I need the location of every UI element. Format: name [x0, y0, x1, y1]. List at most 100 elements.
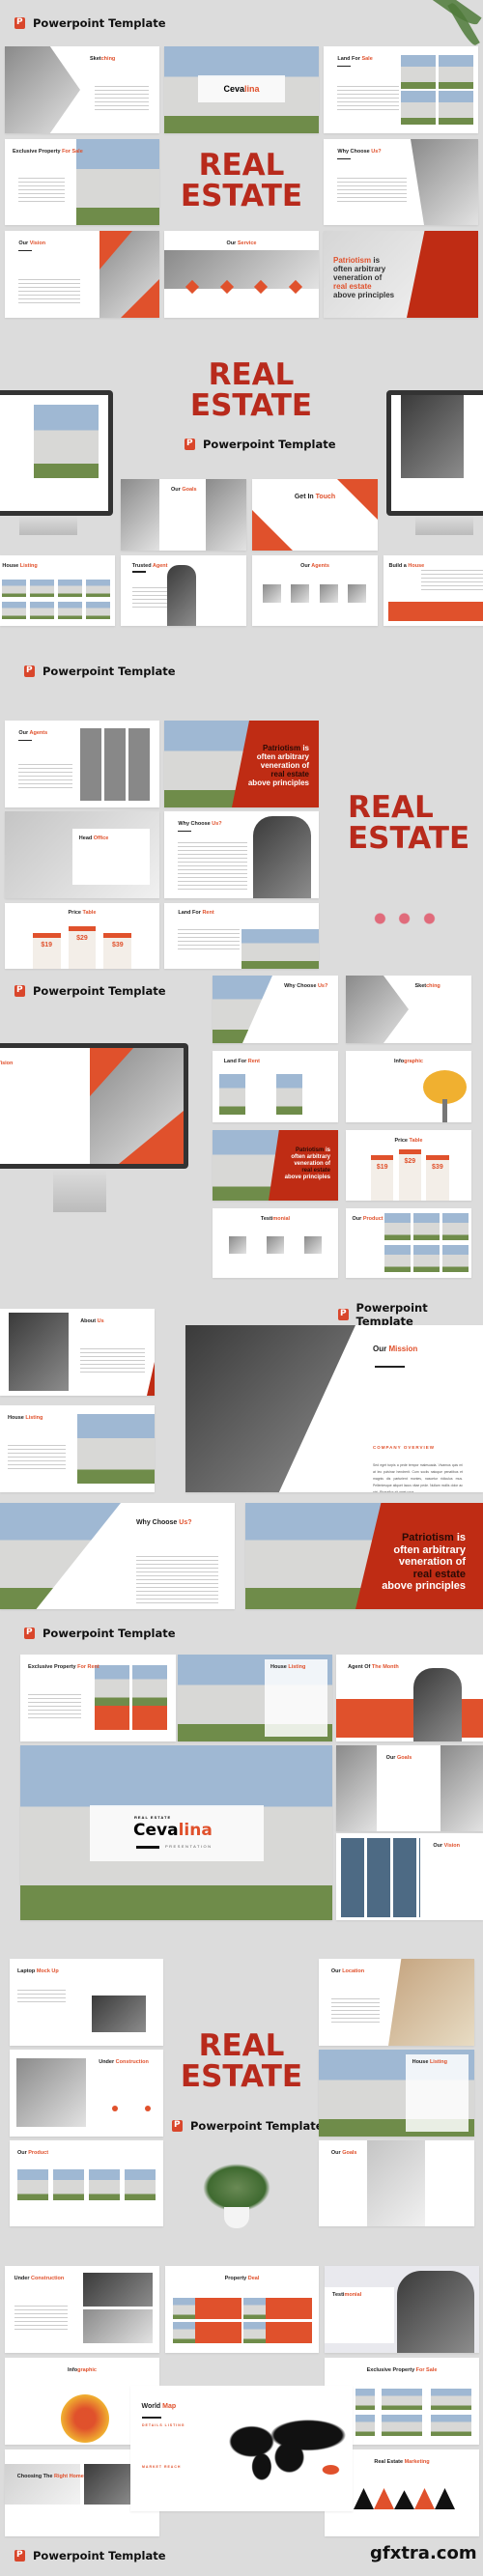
photo-placeholder [17, 2169, 48, 2200]
slide-title: Exclusive Property For Rent [28, 1663, 99, 1670]
slide-title: Our Goals [330, 2149, 357, 2156]
real-estate-headline: REAL ESTATE [189, 357, 313, 423]
monitor-mockup [0, 390, 113, 516]
photo-placeholder [125, 2169, 156, 2200]
slide-title: Land For Sale [337, 55, 373, 62]
slide-our-vision: Our Vision [336, 1833, 483, 1920]
price-card: $29 [398, 1149, 422, 1201]
photo-placeholder [384, 1245, 411, 1272]
quote-text: Patriotism is often arbitrary veneration o… [382, 1532, 466, 1592]
photo-placeholder [355, 2415, 375, 2436]
slide-testimonial: Testimonial [325, 2266, 479, 2353]
slide-title: Exclusive Property For Sale [366, 2366, 438, 2373]
slide-quote: Patriotism is often arbitrary veneration o… [245, 1503, 483, 1609]
real-estate-headline: REAL ESTATE [180, 2028, 303, 2094]
slide-title: Our Goals [385, 1754, 412, 1761]
photo-placeholder [431, 2389, 471, 2410]
photo-placeholder [2, 602, 26, 619]
quote-text: Patriotism is often arbitrary veneration o… [333, 256, 395, 299]
photo-placeholder [2, 580, 26, 597]
slide-title: Exclusive Property For Sale [13, 148, 83, 155]
slide-testimonial: Testimonial [213, 1208, 338, 1278]
section-header: Powerpoint Template [338, 1301, 483, 1328]
slide-land-for-rent: Land For Rent [164, 903, 319, 969]
photo-placeholder [413, 1245, 440, 1272]
section-header: Powerpoint Template [14, 2549, 166, 2562]
slide-title: Head Office [78, 835, 109, 842]
slide-house-listing: House Listing [0, 1405, 155, 1492]
slide-infographic: Infographic [346, 1051, 471, 1122]
photo-placeholder [173, 2298, 195, 2319]
monitor-stand [415, 516, 473, 535]
slide-title: Our Mission [373, 1345, 418, 1353]
slide-title: House Listing [8, 1414, 43, 1421]
photo-placeholder [77, 1414, 155, 1484]
photo-placeholder [355, 2389, 375, 2410]
photo-placeholder [86, 602, 110, 619]
photo-placeholder [30, 580, 54, 597]
photo-placeholder [382, 2415, 422, 2436]
slide-our-service: Our Service [164, 231, 319, 318]
slide-sketching: Sketching [5, 46, 159, 133]
slide-quote: Patriotism is often arbitrary veneration o… [324, 231, 478, 318]
slide-our-goals: Our Goals [121, 479, 246, 551]
slide-quote: Patriotism is often arbitrary veneration o… [213, 1130, 338, 1201]
slide-house-listing: House Listing [178, 1655, 332, 1741]
price-card: $19 [371, 1154, 394, 1201]
slide-get-in-touch: Get In Touch [252, 479, 378, 551]
slide-build-a-house: Build a House [384, 555, 483, 626]
slide-title: Why Choose Us? [284, 982, 328, 989]
slide-title: Our Location [330, 1967, 365, 1974]
photo-placeholder [76, 139, 159, 225]
section-header: Powerpoint Template [24, 1627, 176, 1640]
slide-title: Laptop Mock Up [16, 1967, 59, 1974]
photo-placeholder [173, 2322, 195, 2343]
slide-title: World Map [141, 2403, 177, 2411]
quote-text: Patriotism is often arbitrary veneration o… [247, 744, 309, 787]
monitor-stand [53, 1169, 106, 1212]
photo-placeholder [213, 976, 272, 1043]
watermark: gfxtra.com [370, 2543, 477, 2563]
world-map-graphic [220, 2420, 346, 2482]
header-label: Powerpoint Template [43, 1627, 176, 1640]
slide-title: House Listing [2, 563, 38, 570]
slide-title: Price Table [394, 1138, 423, 1145]
slide-title: Trusted Agent [131, 563, 168, 570]
slide-our-goals: Our Goals [319, 2140, 474, 2226]
slide-title: Real Estate Marketing [374, 2458, 430, 2465]
slide-house-listing: House Listing [0, 555, 115, 626]
powerpoint-icon [14, 2550, 25, 2562]
slide-title: Our Product [352, 1215, 384, 1222]
photo-placeholder [439, 55, 473, 89]
section-header: Powerpoint Template [24, 665, 176, 678]
slide-title: Our Product [16, 2149, 49, 2156]
photo-placeholder [242, 929, 319, 969]
slide-title: Our Service [226, 240, 257, 246]
monitor-mockup: Vision [0, 1043, 188, 1169]
slide-property-deal: Property Deal [165, 2266, 319, 2353]
mission-body: Sed eget turpis a pede tempor malesuada.… [373, 1463, 463, 1492]
slide-our-agents: Our Agents [252, 555, 378, 626]
photo-placeholder [413, 1213, 440, 1240]
slide-title: Land For Rent [178, 910, 214, 917]
real-estate-headline: REAL ESTATE [180, 148, 303, 213]
slide-our-agents-grid: Our Agents [5, 721, 159, 807]
slide-our-location: Our Location [319, 1959, 474, 2046]
header-label: Powerpoint Template [355, 1301, 428, 1328]
quote-text: Patriotism is often arbitrary veneration o… [284, 1147, 330, 1180]
slide-title: Agent Of The Month [348, 1663, 399, 1670]
slide-about-us: About Us [0, 1309, 155, 1396]
photo-placeholder [442, 1213, 469, 1240]
photo-placeholder [431, 2415, 471, 2436]
photo-placeholder [276, 1074, 302, 1115]
map-subtitle: DETAILS LISTING [142, 2423, 185, 2427]
slide-cover: Cevalina [164, 46, 319, 133]
lotus-decoration [372, 913, 440, 924]
slide-title: House Listing [270, 1663, 306, 1670]
photo-placeholder [439, 91, 473, 125]
slide-title: Our Vision [18, 240, 46, 246]
plant-pot [224, 2207, 249, 2228]
slide-land-for-rent: Land For Rent [213, 1051, 338, 1122]
header-label: Powerpoint Template [190, 2119, 324, 2133]
slide-title: Why Choose Us? [178, 820, 222, 827]
